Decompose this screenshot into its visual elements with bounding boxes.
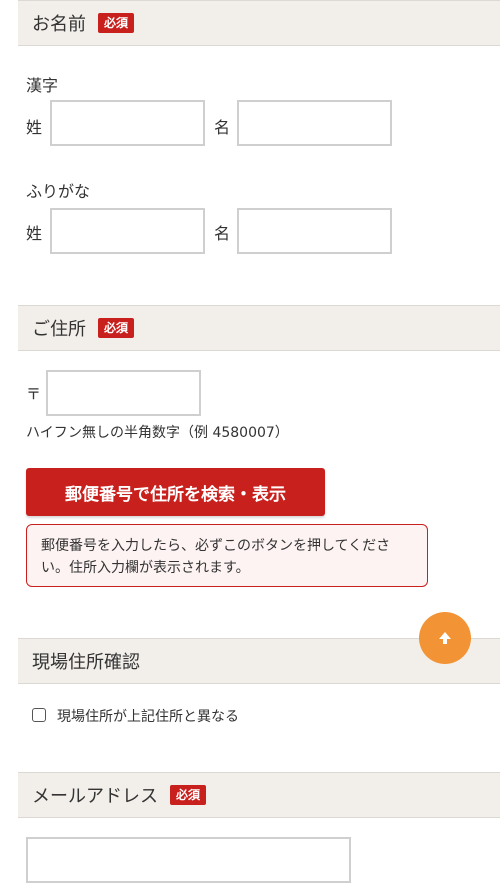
email-input[interactable] xyxy=(26,837,351,883)
email-section-title: メールアドレス xyxy=(32,786,158,807)
required-badge: 必須 xyxy=(170,785,207,805)
site-section-title: 現場住所確認 xyxy=(32,652,140,673)
site-address-checkbox[interactable] xyxy=(32,708,46,722)
address-notice: 郵便番号を入力したら、必ずこのボタンを押してください。住所入力欄が表示されます。 xyxy=(26,524,428,587)
site-address-checkbox-label[interactable]: 現場住所が上記住所と異なる xyxy=(57,706,239,726)
address-section-title: ご住所 xyxy=(32,319,86,340)
kanji-mei-label: 名 xyxy=(214,118,231,137)
address-search-button[interactable]: 郵便番号で住所を検索・表示 xyxy=(26,468,325,516)
email-section-header: メールアドレス 必須 xyxy=(18,772,500,818)
kanji-sei-label: 姓 xyxy=(26,118,43,137)
furigana-label: ふりがな xyxy=(26,182,91,201)
furigana-sei-input[interactable] xyxy=(50,208,205,254)
name-section-header: お名前 必須 xyxy=(18,0,500,46)
postal-mark: 〒 xyxy=(26,385,42,403)
furigana-sei-label: 姓 xyxy=(26,224,43,243)
required-badge: 必須 xyxy=(98,318,135,338)
required-badge: 必須 xyxy=(98,13,135,33)
furigana-mei-label: 名 xyxy=(214,224,231,243)
name-section-title: お名前 xyxy=(32,14,86,35)
kanji-label: 漢字 xyxy=(26,76,59,95)
kanji-sei-input[interactable] xyxy=(50,100,205,146)
furigana-mei-input[interactable] xyxy=(237,208,392,254)
arrow-up-icon xyxy=(439,632,451,644)
postal-hint: ハイフン無しの半角数字（例 4580007） xyxy=(26,425,289,441)
kanji-mei-input[interactable] xyxy=(237,100,392,146)
postal-code-input[interactable] xyxy=(46,370,201,416)
scroll-top-button[interactable] xyxy=(419,612,471,664)
address-section-header: ご住所 必須 xyxy=(18,305,500,351)
